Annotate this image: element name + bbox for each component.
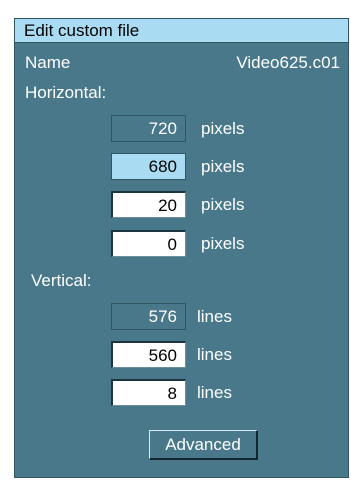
vertical-label: Vertical: [31, 271, 92, 290]
horizontal-active-field[interactable]: 680 [111, 153, 186, 180]
horizontal-offset-unit: pixels [201, 195, 245, 214]
advanced-button[interactable]: Advanced [149, 430, 258, 460]
vertical-active-field[interactable]: 560 [111, 341, 186, 368]
vertical-active-unit: lines [197, 345, 232, 364]
dialog-title: Edit custom file [24, 21, 140, 40]
title-bar: Edit custom file [15, 19, 348, 43]
vertical-offset-unit: lines [197, 383, 232, 402]
vertical-total-unit: lines [197, 307, 232, 326]
horizontal-offset-field[interactable]: 20 [111, 191, 186, 218]
horizontal-label: Horizontal: [25, 83, 107, 102]
horizontal-total-unit: pixels [201, 119, 245, 138]
edit-custom-file-panel: Edit custom file Name Video625.c01 Horiz… [14, 18, 349, 478]
vertical-total-field: 576 [111, 303, 186, 330]
horizontal-extra-field[interactable]: 0 [111, 230, 186, 257]
vertical-offset-field[interactable]: 8 [111, 379, 186, 406]
horizontal-extra-unit: pixels [201, 234, 245, 253]
horizontal-total-field: 720 [111, 115, 186, 142]
horizontal-active-unit: pixels [201, 157, 245, 176]
file-name-value: Video625.c01 [236, 53, 340, 72]
name-label: Name [25, 53, 71, 72]
